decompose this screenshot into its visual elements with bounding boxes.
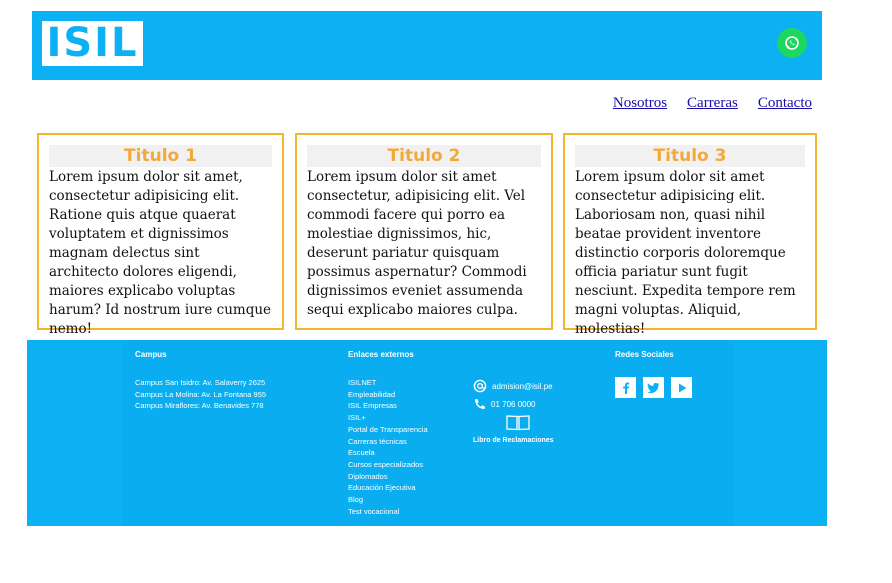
footer-link[interactable]: Test vocacional [348, 506, 428, 518]
footer-link[interactable]: Carreras técnicas [348, 436, 428, 448]
whatsapp-icon [785, 36, 799, 50]
card-title: Titulo 1 [49, 145, 272, 167]
footer-inner [122, 340, 734, 526]
campus-list: Campus San Isidro: Av. Salaverry 2625 Ca… [135, 377, 266, 412]
phone-text: 01 706 0000 [491, 400, 536, 409]
nav-link-nosotros[interactable]: Nosotros [613, 95, 667, 112]
card-body: Lorem ipsum dolor sit amet consectetur a… [575, 169, 796, 337]
footer-link[interactable]: Blog [348, 494, 428, 506]
card-body: Lorem ipsum dolor sit amet consectetur, … [307, 169, 527, 318]
isil-logo[interactable]: ISIL [42, 21, 143, 66]
contact-email[interactable]: admision@isil.pe [473, 379, 553, 393]
card-title: Titulo 2 [307, 145, 541, 167]
links-list: ISILNET Empleabilidad ISIL Empresas ISIL… [348, 377, 428, 517]
footer-link[interactable]: ISIL+ [348, 412, 428, 424]
footer-link[interactable]: Educación Ejecutiva [348, 482, 428, 494]
youtube-button[interactable] [671, 377, 692, 398]
campus-item: Campus Miraflores: Av. Benavides 778 [135, 401, 264, 411]
card-2: Titulo 2 Lorem ipsum dolor sit amet cons… [295, 133, 553, 330]
footer-link[interactable]: Empleabilidad [348, 389, 428, 401]
card-body: Lorem ipsum dolor sit amet, consectetur … [49, 169, 272, 337]
footer-link[interactable]: Escuela [348, 447, 428, 459]
card-3: Titulo 3 Lorem ipsum dolor sit amet cons… [563, 133, 817, 337]
social-heading: Redes Sociales [615, 350, 674, 359]
campus-item: Campus San Isidro: Av. Salaverry 2625 [135, 378, 266, 387]
footer-link[interactable]: Diplomados [348, 471, 428, 483]
card-1: Titulo 1 Lorem ipsum dolor sit amet, con… [37, 133, 284, 337]
facebook-icon [622, 382, 629, 394]
twitter-button[interactable] [643, 377, 664, 398]
main-nav: Nosotros Carreras Contacto [613, 95, 812, 112]
reclamos-label[interactable]: Libro de Reclamaciones [473, 437, 554, 444]
email-text: admision@isil.pe [492, 381, 553, 391]
nav-link-contacto[interactable]: Contacto [758, 95, 812, 112]
links-heading: Enlaces externos [348, 350, 414, 359]
campus-item: Campus La Molina: Av. La Fontana 955 [135, 389, 267, 399]
whatsapp-button[interactable] [777, 28, 807, 58]
campus-heading: Campus [135, 350, 167, 359]
contact-phone[interactable]: 01 706 0000 [473, 398, 536, 411]
phone-icon [475, 399, 485, 409]
at-icon [473, 379, 487, 393]
twitter-icon [647, 382, 660, 393]
site-header: ISIL [32, 11, 822, 80]
card-title: Titulo 3 [575, 145, 805, 167]
youtube-icon [678, 383, 686, 392]
footer-link[interactable]: ISILNET [348, 377, 428, 389]
footer-link[interactable]: Portal de Transparencia [348, 424, 428, 436]
facebook-button[interactable] [615, 377, 636, 398]
nav-link-carreras[interactable]: Carreras [687, 95, 738, 112]
footer-link[interactable]: ISIL Empresas [348, 400, 428, 412]
footer-link[interactable]: Cursos especializados [348, 459, 428, 471]
book-icon[interactable] [506, 414, 530, 431]
